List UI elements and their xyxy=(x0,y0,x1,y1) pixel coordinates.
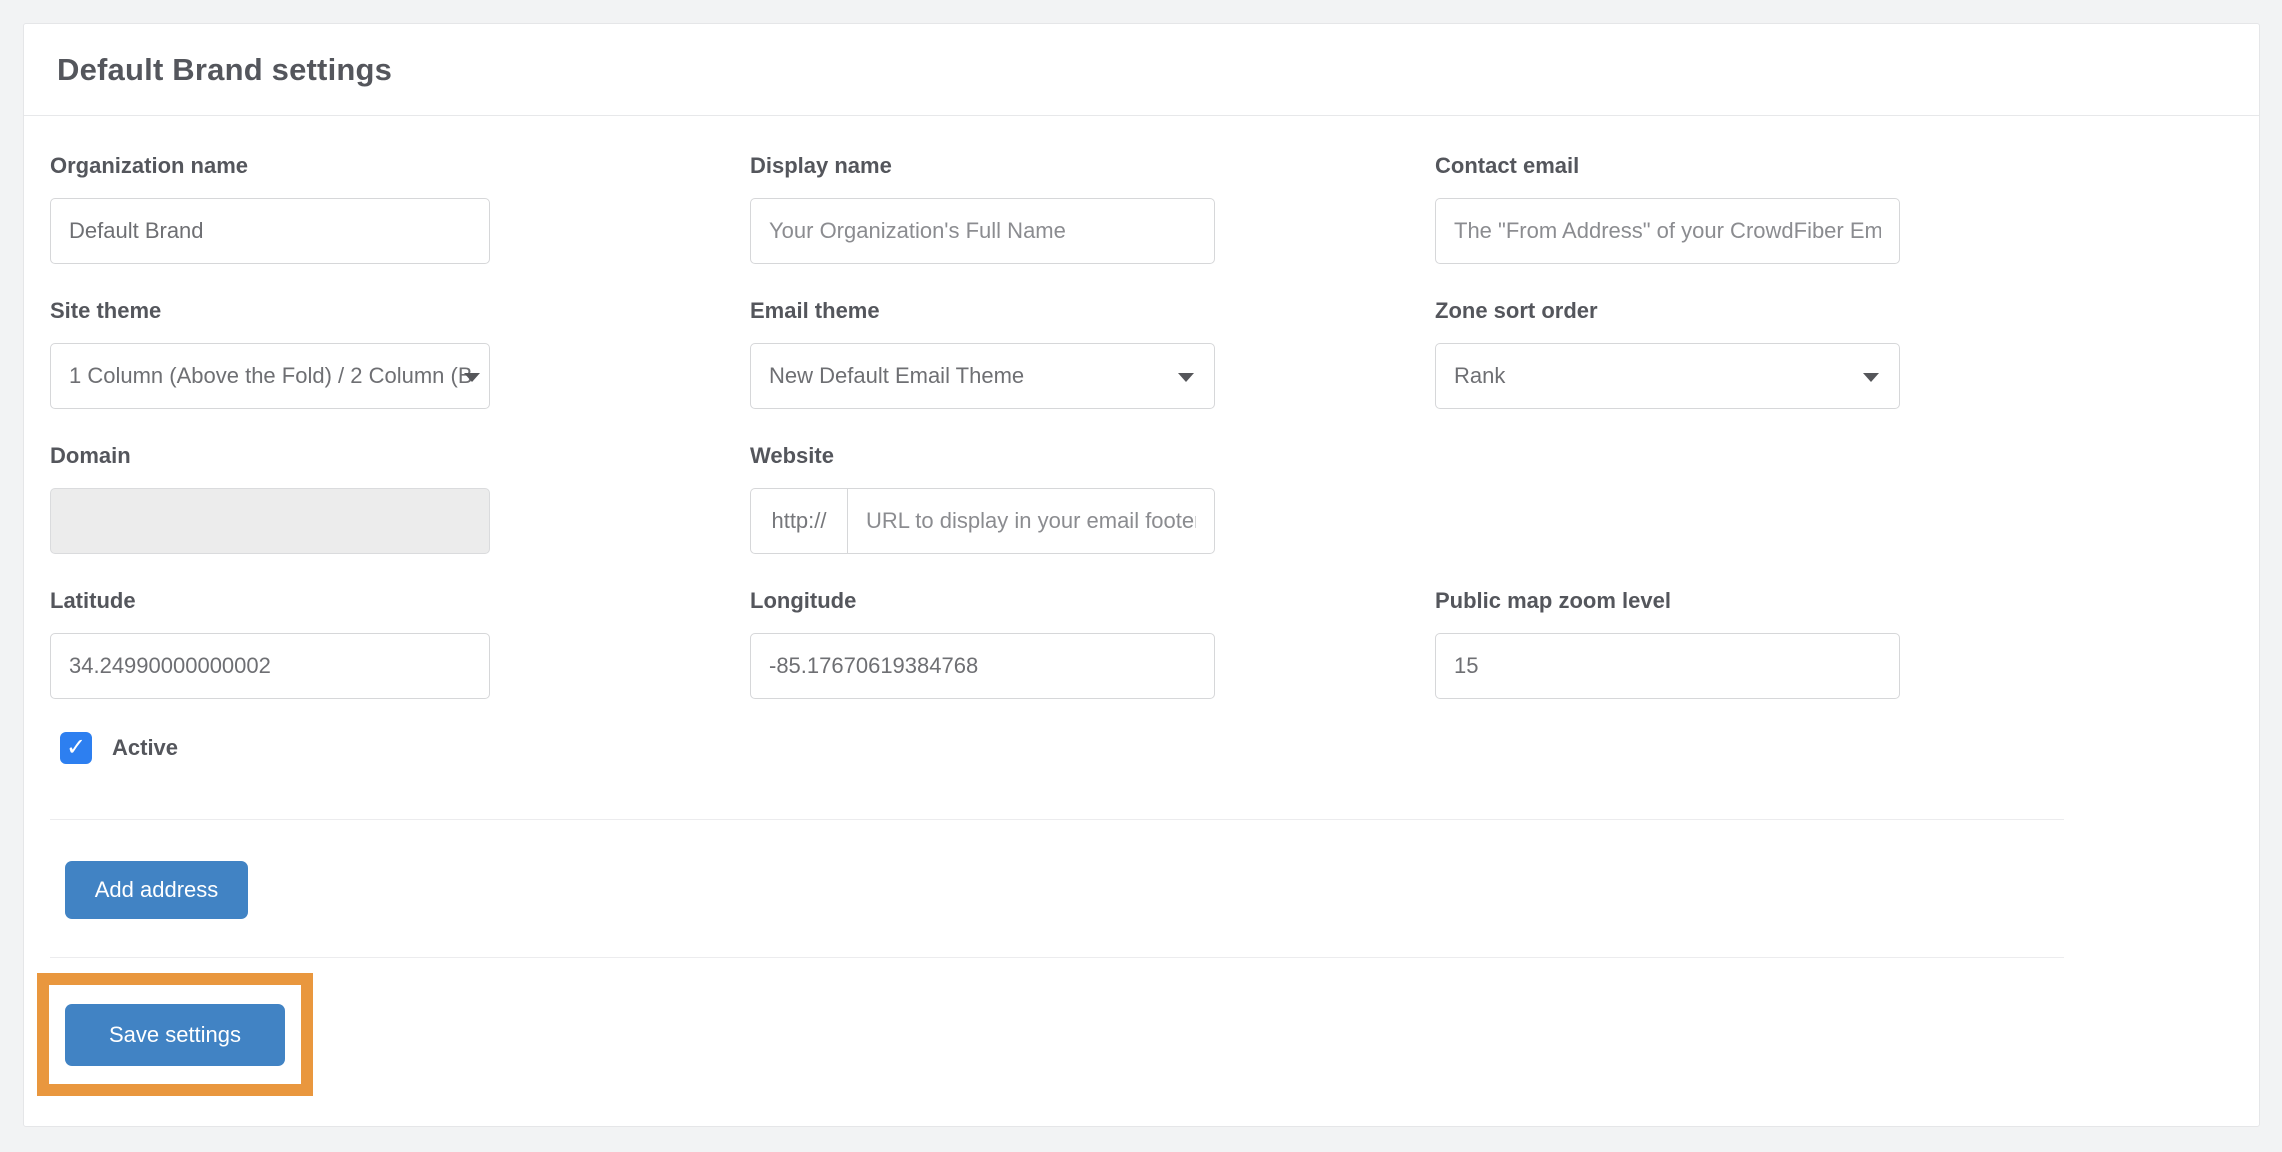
email-theme-select[interactable]: New Default Email Theme xyxy=(750,343,1215,409)
public-map-zoom-level-label: Public map zoom level xyxy=(1435,587,1900,615)
active-checkbox[interactable] xyxy=(60,732,92,764)
panel-body: Organization name Display name Contact e… xyxy=(24,116,2259,1096)
divider xyxy=(50,819,2064,820)
active-checkbox-label: Active xyxy=(112,735,178,761)
active-checkbox-row: Active xyxy=(60,732,2259,764)
organization-name-input[interactable] xyxy=(50,198,490,264)
contact-email-label: Contact email xyxy=(1435,152,1900,180)
display-name-input[interactable] xyxy=(750,198,1215,264)
field-latitude: Latitude xyxy=(50,587,490,699)
email-theme-label: Email theme xyxy=(750,297,1215,325)
form-row-1: Organization name Display name Contact e… xyxy=(24,152,2259,264)
latitude-input[interactable] xyxy=(50,633,490,699)
email-theme-selected-value: New Default Email Theme xyxy=(769,363,1196,389)
domain-input xyxy=(50,488,490,554)
site-theme-select[interactable]: 1 Column (Above the Fold) / 2 Column (Be… xyxy=(50,343,490,409)
field-public-map-zoom-level: Public map zoom level xyxy=(1435,587,1900,699)
field-site-theme: Site theme 1 Column (Above the Fold) / 2… xyxy=(50,297,490,409)
field-domain: Domain xyxy=(50,442,490,554)
website-input-group: http:// xyxy=(750,488,1215,554)
organization-name-label: Organization name xyxy=(50,152,490,180)
field-organization-name: Organization name xyxy=(50,152,490,264)
longitude-label: Longitude xyxy=(750,587,1215,615)
site-theme-selected-value: 1 Column (Above the Fold) / 2 Column (Be… xyxy=(69,363,471,389)
zone-sort-order-label: Zone sort order xyxy=(1435,297,1900,325)
website-input[interactable] xyxy=(847,488,1215,554)
site-theme-label: Site theme xyxy=(50,297,490,325)
field-display-name: Display name xyxy=(750,152,1215,264)
annotation-highlight-box: Save settings xyxy=(37,973,313,1096)
field-longitude: Longitude xyxy=(750,587,1215,699)
form-row-3: Domain Website http:// xyxy=(24,442,2259,554)
form-row-4: Latitude Longitude Public map zoom level xyxy=(24,587,2259,699)
field-zone-sort-order: Zone sort order Rank xyxy=(1435,297,1900,409)
divider xyxy=(50,957,2064,958)
latitude-label: Latitude xyxy=(50,587,490,615)
url-prefix-addon: http:// xyxy=(750,488,847,554)
website-label: Website xyxy=(750,442,1215,470)
zone-sort-order-select[interactable]: Rank xyxy=(1435,343,1900,409)
domain-label: Domain xyxy=(50,442,490,470)
empty-cell xyxy=(1435,442,1900,554)
field-email-theme: Email theme New Default Email Theme xyxy=(750,297,1215,409)
contact-email-input[interactable] xyxy=(1435,198,1900,264)
add-address-button[interactable]: Add address xyxy=(65,861,248,919)
display-name-label: Display name xyxy=(750,152,1215,180)
field-website: Website http:// xyxy=(750,442,1215,554)
check-icon xyxy=(66,732,86,764)
longitude-input[interactable] xyxy=(750,633,1215,699)
panel-header: Default Brand settings xyxy=(24,24,2259,116)
save-settings-button[interactable]: Save settings xyxy=(65,1004,285,1066)
chevron-down-icon xyxy=(1178,373,1194,382)
default-brand-settings-card: Default Brand settings Organization name… xyxy=(23,23,2260,1127)
field-contact-email: Contact email xyxy=(1435,152,1900,264)
chevron-down-icon xyxy=(1863,373,1879,382)
chevron-down-icon xyxy=(464,373,480,382)
form-row-2: Site theme 1 Column (Above the Fold) / 2… xyxy=(24,297,2259,409)
public-map-zoom-level-input[interactable] xyxy=(1435,633,1900,699)
zone-sort-order-selected-value: Rank xyxy=(1454,363,1881,389)
page-title: Default Brand settings xyxy=(57,52,392,88)
